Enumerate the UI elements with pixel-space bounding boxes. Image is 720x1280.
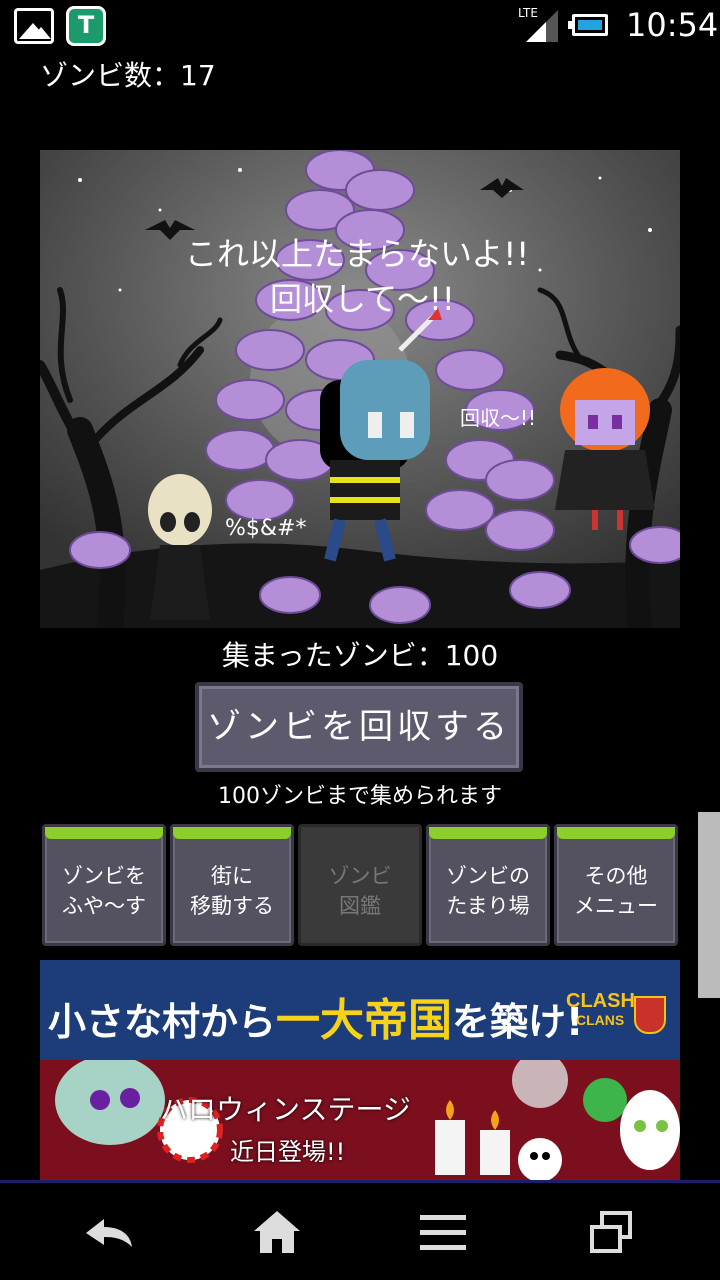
recent-apps-icon[interactable]: [588, 1211, 634, 1255]
speech-left: %$&#*: [225, 516, 307, 541]
shield-icon: [634, 996, 666, 1034]
ad-headline-a: 小さな村から: [48, 1000, 277, 1044]
menu-line2: 移動する: [190, 894, 274, 918]
back-icon[interactable]: [84, 1213, 134, 1253]
speech-right: 回収〜!!: [460, 406, 536, 430]
zombie-scene[interactable]: これ以上たまらないよ!! 回収して〜!! 回収〜!! %$&#*: [40, 150, 680, 628]
slime-decoration: [557, 827, 675, 839]
menu-move-to-town-button[interactable]: 街に 移動する: [170, 824, 294, 946]
menu-line2: たまり場: [446, 894, 530, 918]
ad-headline-b: 一大帝国: [276, 995, 453, 1046]
menu-line1: ゾンビを: [62, 864, 146, 888]
ad-headline-c: を築け!: [452, 1000, 584, 1044]
menu-increase-zombies-button[interactable]: ゾンビを ふや〜す: [42, 824, 166, 946]
menu-line1: 街に: [211, 864, 253, 888]
menu-line1: ゾンビの: [446, 864, 530, 888]
ad-bottom-banner[interactable]: ハロウィンステージ 近日登場!!: [40, 1060, 680, 1180]
clock: 10:54: [626, 6, 719, 44]
slime-decoration: [173, 827, 291, 839]
menu-line1: ゾンビ: [328, 864, 392, 888]
menu-icon[interactable]: [420, 1213, 466, 1253]
zombie-count: ゾンビ数：17: [40, 59, 216, 92]
menu-zombie-encyclopedia-button[interactable]: ゾンビ 図鑑: [298, 824, 422, 946]
ad-top-banner[interactable]: 小さな村から一大帝国を築け! CLASH CLANS: [40, 960, 680, 1060]
gallery-icon: [14, 8, 54, 44]
ad-coming-soon: 近日登場!!: [230, 1138, 346, 1166]
menu-zombie-hangout-button[interactable]: ゾンビの たまり場: [426, 824, 550, 946]
scrollbar[interactable]: [698, 812, 720, 998]
clash-of-clans-logo: CLASH CLANS: [566, 990, 666, 1036]
ad-halloween-title: ハロウィンステージ: [160, 1093, 411, 1126]
scene-art: これ以上たまらないよ!! 回収して〜!! 回収〜!! %$&#*: [40, 150, 680, 628]
menu-line2: 図鑑: [339, 894, 381, 918]
collect-zombies-button[interactable]: ゾンビを回収する: [195, 682, 523, 772]
collected-zombies-label: 集まったゾンビ：100: [221, 639, 499, 672]
navigation-bar: [0, 1180, 720, 1280]
speech-main-line1: これ以上たまらないよ!!: [185, 235, 529, 273]
menu-line2: メニュー: [574, 894, 658, 918]
menu-line1: その他: [584, 864, 648, 888]
slime-decoration: [45, 827, 163, 839]
home-icon[interactable]: [252, 1209, 302, 1255]
slime-decoration: [429, 827, 547, 839]
menu-line2: ふや〜す: [62, 894, 146, 918]
menu-other-button[interactable]: その他 メニュー: [554, 824, 678, 946]
signal-icon: [526, 10, 558, 42]
ad-banner[interactable]: 小さな村から一大帝国を築け! CLASH CLANS ハロウィンステージ 近日登…: [40, 960, 680, 1180]
t-app-icon: T: [66, 6, 106, 46]
status-bar: T LTE 10:54: [0, 0, 720, 50]
battery-icon: [568, 14, 608, 36]
collect-capacity-note: 100ゾンビまで集められます: [218, 784, 502, 809]
speech-main-line2: 回収して〜!!: [270, 280, 455, 318]
ad-headline: 小さな村から一大帝国を築け!: [48, 984, 583, 1048]
